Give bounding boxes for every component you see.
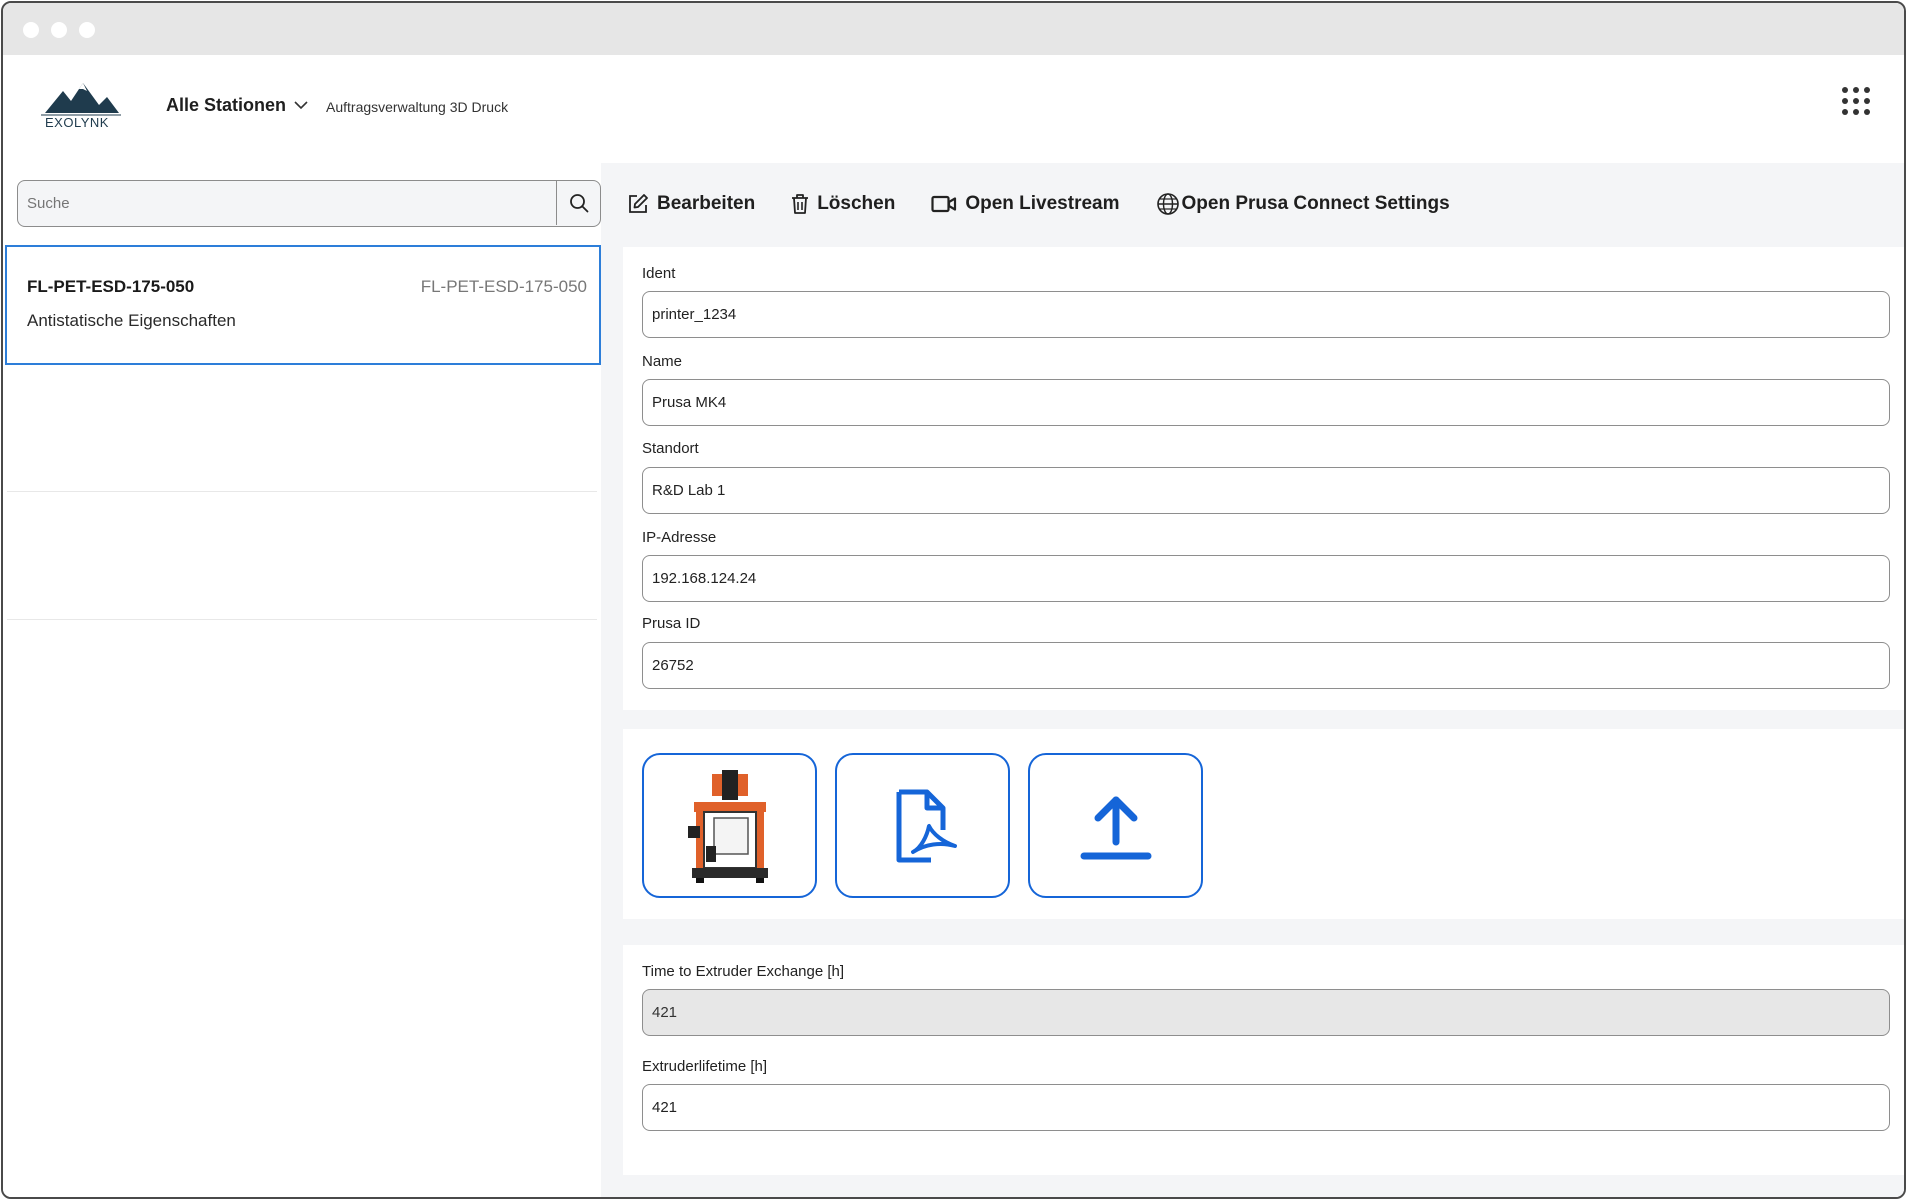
ip-address-field[interactable]: 192.168.124.24 — [642, 555, 1890, 602]
search-bar — [17, 180, 601, 227]
extruder-exchange-field: 421 — [642, 989, 1890, 1036]
list-panel: FL-PET-ESD-175-050 FL-PET-ESD-175-050 An… — [3, 163, 601, 1197]
app-grid-icon[interactable] — [1842, 87, 1870, 115]
extruder-lifetime-label: Extruderlifetime [h] — [642, 1058, 768, 1075]
edit-button-label: Bearbeiten — [657, 193, 756, 214]
ident-field[interactable]: printer_1234 — [642, 291, 1890, 338]
name-label: Name — [642, 353, 683, 370]
prusa-id-label: Prusa ID — [642, 615, 701, 632]
pdf-document-tile[interactable] — [835, 753, 1010, 898]
station-selector[interactable]: Alle Stationen — [166, 95, 308, 116]
app-header: EXOLYNK Alle Stationen Auftragsverwaltun… — [3, 55, 1904, 163]
window-minimize-dot[interactable] — [51, 22, 67, 38]
app-window: EXOLYNK Alle Stationen Auftragsverwaltun… — [1, 1, 1906, 1199]
app-subtitle: Auftragsverwaltung 3D Druck — [326, 99, 509, 115]
open-livestream-button[interactable]: Open Livestream — [931, 193, 1120, 215]
window-close-dot[interactable] — [23, 22, 39, 38]
search-button[interactable] — [556, 181, 600, 225]
ident-label: Ident — [642, 265, 676, 282]
station-selector-label: Alle Stationen — [166, 95, 287, 115]
extruder-lifetime-field[interactable]: 421 — [642, 1084, 1890, 1131]
printer-image-tile[interactable] — [642, 753, 817, 898]
delete-button[interactable]: Löschen — [791, 193, 895, 215]
search-icon — [569, 194, 588, 213]
logo-mountains-icon: EXOLYNK — [41, 83, 121, 130]
edit-button[interactable]: Bearbeiten — [627, 193, 755, 215]
svg-text:EXOLYNK: EXOLYNK — [45, 115, 109, 130]
globe-icon — [1156, 193, 1179, 215]
search-input[interactable] — [18, 181, 556, 226]
list-divider — [7, 619, 597, 620]
open-prusa-connect-button[interactable]: Open Prusa Connect Settings — [1156, 192, 1450, 216]
detail-toolbar: Bearbeiten Löschen Open Livestream Open … — [601, 163, 1904, 245]
upload-icon — [1080, 796, 1151, 859]
location-label: Standort — [642, 440, 699, 457]
actions-card — [623, 729, 1904, 919]
list-item-description: Antistatische Eigenschaften — [27, 311, 236, 330]
chevron-down-icon — [294, 101, 308, 110]
window-titlebar — [3, 3, 1904, 55]
delete-button-label: Löschen — [817, 193, 896, 214]
name-field[interactable]: Prusa MK4 — [642, 379, 1890, 426]
ip-address-label: IP-Adresse — [642, 529, 717, 546]
video-camera-icon — [931, 195, 957, 213]
open-prusa-connect-label: Open Prusa Connect Settings — [1181, 193, 1450, 214]
list-divider — [7, 491, 597, 492]
location-field[interactable]: R&D Lab 1 — [642, 467, 1890, 514]
window-maximize-dot[interactable] — [79, 22, 95, 38]
pdf-file-icon — [896, 789, 957, 862]
edit-icon — [629, 194, 648, 213]
details-card: Ident printer_1234 Name Prusa MK4 Stando… — [623, 247, 1904, 710]
list-item[interactable]: FL-PET-ESD-175-050 FL-PET-ESD-175-050 An… — [5, 245, 601, 365]
extruder-exchange-label: Time to Extruder Exchange [h] — [642, 963, 845, 980]
3d-printer-image — [687, 769, 768, 883]
open-livestream-label: Open Livestream — [965, 193, 1120, 214]
detail-panel: Bearbeiten Löschen Open Livestream Open … — [601, 163, 1904, 1197]
prusa-id-field[interactable]: 26752 — [642, 642, 1890, 689]
upload-tile[interactable] — [1028, 753, 1203, 898]
list-item-title: FL-PET-ESD-175-050 — [27, 277, 195, 296]
extruder-card: Time to Extruder Exchange [h] 421 Extrud… — [623, 945, 1904, 1175]
exolynk-logo[interactable]: EXOLYNK — [39, 79, 123, 131]
trash-icon — [792, 194, 809, 214]
list-item-code: FL-PET-ESD-175-050 — [420, 277, 587, 296]
